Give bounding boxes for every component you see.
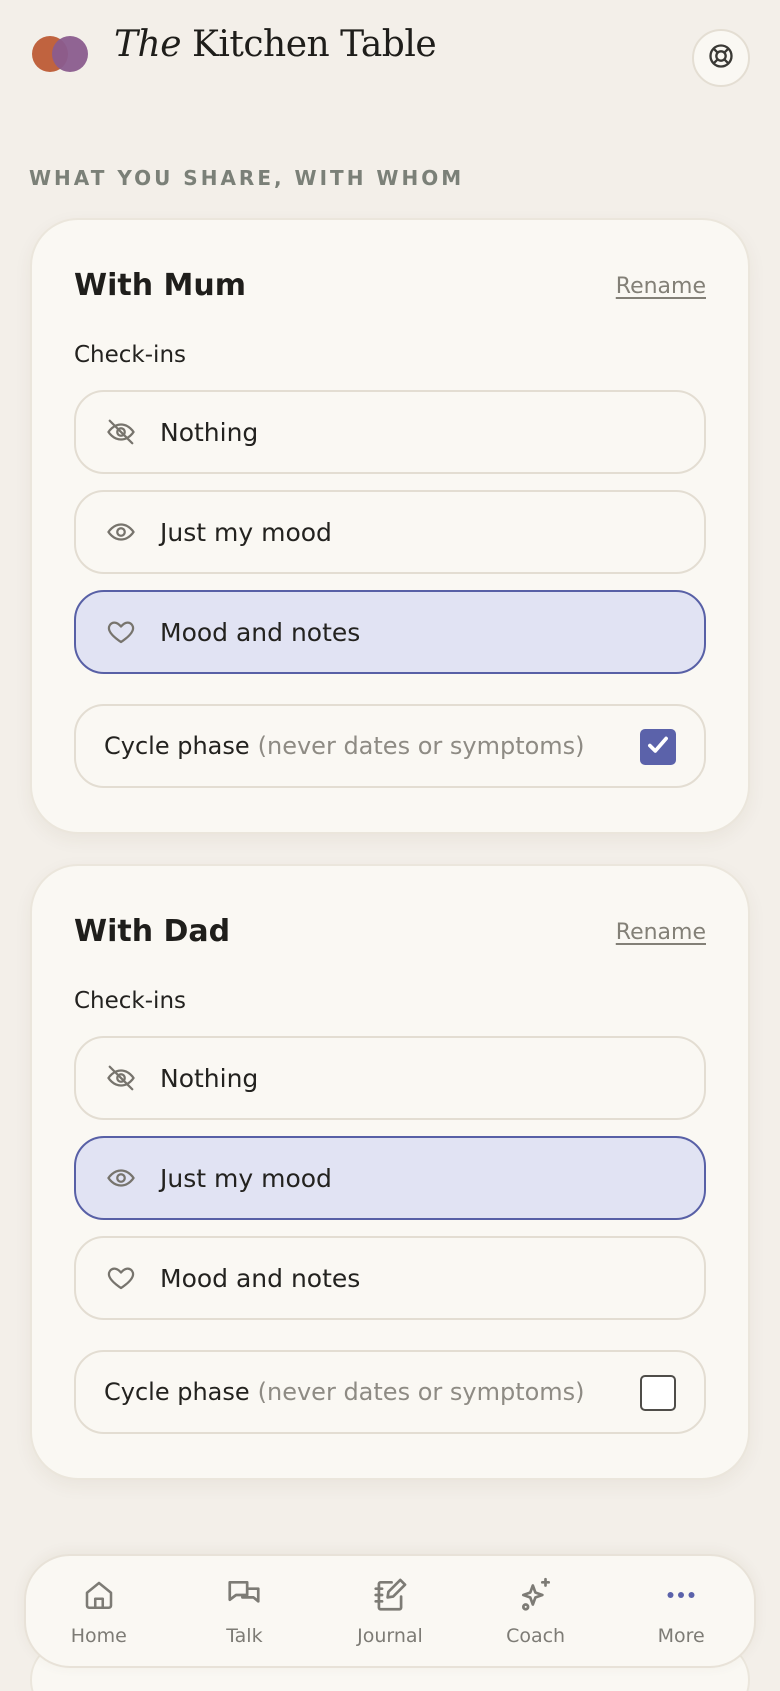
- chat-bubbles-icon: [224, 1575, 264, 1615]
- help-button[interactable]: [692, 29, 750, 87]
- nav-label: Talk: [226, 1625, 263, 1647]
- nav-talk[interactable]: Talk: [184, 1575, 304, 1647]
- option-mood-and-notes[interactable]: Mood and notes: [74, 1236, 706, 1320]
- option-label: Mood and notes: [160, 617, 361, 647]
- card-title: With Dad: [74, 914, 231, 949]
- nav-label: More: [657, 1625, 705, 1647]
- option-label: Nothing: [160, 1063, 259, 1093]
- app-header: The Kitchen Table: [0, 0, 780, 110]
- rename-link[interactable]: Rename: [616, 274, 706, 299]
- section-label: WHAT YOU SHARE, WITH WHOM: [29, 166, 465, 190]
- eye-icon: [104, 1161, 138, 1195]
- option-nothing[interactable]: Nothing: [74, 390, 706, 474]
- option-label: Nothing: [160, 417, 259, 447]
- sparkles-icon: [516, 1575, 556, 1615]
- cycle-phase-checkbox[interactable]: [640, 729, 676, 765]
- lifebuoy-icon: [707, 42, 735, 74]
- nav-journal[interactable]: Journal: [330, 1575, 450, 1647]
- eye-off-icon: [104, 1061, 138, 1095]
- home-icon: [79, 1575, 119, 1615]
- share-card-mum: With Mum Rename Check-ins Nothing Just m…: [30, 218, 750, 834]
- nav-label: Journal: [357, 1625, 423, 1647]
- option-mood-and-notes[interactable]: Mood and notes: [74, 590, 706, 674]
- notebook-pen-icon: [370, 1575, 410, 1615]
- app-title-italic: The: [114, 24, 182, 65]
- rename-link[interactable]: Rename: [616, 920, 706, 945]
- card-title: With Mum: [74, 268, 246, 303]
- cycle-phase-row[interactable]: Cycle phase (never dates or symptoms): [74, 1350, 706, 1434]
- nav-home[interactable]: Home: [39, 1575, 159, 1647]
- nav-label: Coach: [506, 1625, 566, 1647]
- heart-icon: [104, 1261, 138, 1295]
- cycle-phase-label: Cycle phase: [104, 732, 250, 760]
- eye-icon: [104, 515, 138, 549]
- option-label: Mood and notes: [160, 1263, 361, 1293]
- more-dots-icon: [661, 1575, 701, 1615]
- heart-icon: [104, 615, 138, 649]
- cycle-phase-row[interactable]: Cycle phase (never dates or symptoms): [74, 704, 706, 788]
- cycle-phase-label: Cycle phase: [104, 1378, 250, 1406]
- cycle-phase-checkbox[interactable]: [640, 1375, 676, 1411]
- checkins-heading: Check-ins: [74, 342, 187, 368]
- cycle-phase-note: (never dates or symptoms): [257, 732, 585, 760]
- checkins-heading: Check-ins: [74, 988, 187, 1014]
- option-label: Just my mood: [160, 1163, 332, 1193]
- page: The Kitchen Table WHAT YOU SHARE, WITH W…: [0, 0, 780, 1691]
- checkmark-icon: [645, 732, 671, 762]
- cycle-phase-note: (never dates or symptoms): [257, 1378, 585, 1406]
- option-just-my-mood[interactable]: Just my mood: [74, 1136, 706, 1220]
- nav-label: Home: [70, 1625, 127, 1647]
- option-just-my-mood[interactable]: Just my mood: [74, 490, 706, 574]
- nav-coach[interactable]: Coach: [476, 1575, 596, 1647]
- app-title-rest: Kitchen Table: [191, 24, 437, 65]
- option-label: Just my mood: [160, 517, 332, 547]
- share-card-dad: With Dad Rename Check-ins Nothing Just m…: [30, 864, 750, 1480]
- eye-off-icon: [104, 415, 138, 449]
- logo: [32, 34, 92, 74]
- option-nothing[interactable]: Nothing: [74, 1036, 706, 1120]
- bottom-nav: Home Talk Journal Coach More: [24, 1554, 756, 1668]
- nav-more[interactable]: More: [621, 1575, 741, 1647]
- app-title: The Kitchen Table: [114, 24, 437, 65]
